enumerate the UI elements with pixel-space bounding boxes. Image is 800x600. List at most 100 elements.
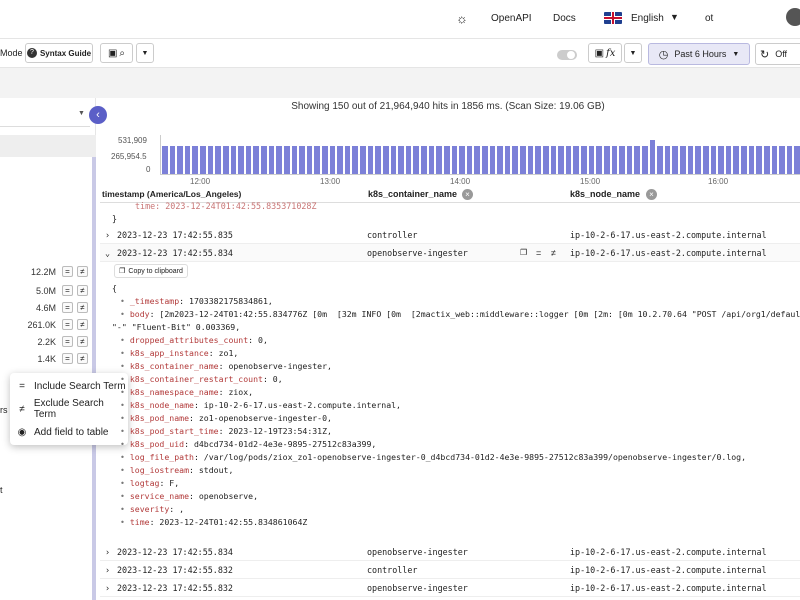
json-key[interactable]: _timestamp xyxy=(130,296,179,306)
saved-views-button[interactable]: ▣ ⌕ xyxy=(100,43,133,63)
histogram-bar[interactable] xyxy=(283,145,290,174)
avatar[interactable] xyxy=(786,8,800,26)
include-value-icon[interactable]: = xyxy=(62,319,73,330)
histogram-bar[interactable] xyxy=(200,145,206,174)
column-header-k8s-node-name[interactable]: k8s_node_name xyxy=(570,189,640,199)
histogram-bar[interactable] xyxy=(779,145,785,174)
json-key[interactable]: k8s_pod_uid xyxy=(130,439,184,449)
histogram-bar[interactable] xyxy=(382,145,389,174)
date-time-picker[interactable]: ◷ Past 6 Hours ▼ xyxy=(648,43,750,65)
histogram-bar[interactable] xyxy=(657,145,663,174)
histogram-bar[interactable] xyxy=(375,145,381,174)
include-term-icon[interactable]: = xyxy=(536,248,541,258)
field-search-bar[interactable] xyxy=(0,135,96,157)
exclude-value-icon[interactable]: ≠ xyxy=(77,266,88,277)
json-key[interactable]: service_name xyxy=(130,491,189,501)
function-button[interactable]: ▣ fx xyxy=(588,43,622,63)
histogram-bar[interactable] xyxy=(169,145,176,174)
histogram-bar[interactable] xyxy=(558,145,564,174)
histogram-bar[interactable] xyxy=(710,145,717,174)
histogram-bar[interactable] xyxy=(367,145,374,174)
histogram-bar[interactable] xyxy=(794,145,800,174)
histogram-bar[interactable] xyxy=(687,145,694,174)
histogram-bar[interactable] xyxy=(222,145,229,174)
histogram-bar[interactable] xyxy=(718,145,724,174)
histogram-bar[interactable] xyxy=(162,145,168,174)
include-value-icon[interactable]: = xyxy=(62,336,73,347)
include-value-icon[interactable]: = xyxy=(62,353,73,364)
include-value-icon[interactable]: = xyxy=(62,302,73,313)
histogram-bar[interactable] xyxy=(695,145,701,174)
histogram-bar[interactable] xyxy=(230,145,237,174)
exclude-value-icon[interactable]: ≠ xyxy=(77,302,88,313)
histogram-bar[interactable] xyxy=(565,145,572,174)
json-key[interactable]: log_file_path xyxy=(130,452,194,462)
histogram-bar[interactable] xyxy=(192,145,199,174)
histogram-bar[interactable] xyxy=(352,145,359,174)
histogram-bar[interactable] xyxy=(642,145,648,174)
histogram-bar[interactable] xyxy=(512,145,519,174)
histogram-bar[interactable] xyxy=(771,145,778,174)
histogram-bar[interactable] xyxy=(207,145,214,174)
exclude-search-term-item[interactable]: ≠ Exclude Search Term xyxy=(10,398,128,420)
json-key[interactable]: k8s_node_name xyxy=(130,400,194,410)
exclude-value-icon[interactable]: ≠ xyxy=(77,319,88,330)
histogram-bar[interactable] xyxy=(733,145,740,174)
histogram-bar[interactable] xyxy=(573,145,580,174)
exclude-term-icon[interactable]: ≠ xyxy=(551,248,556,258)
refresh-interval-button[interactable]: ↻ Off xyxy=(755,43,800,65)
histogram-bar[interactable] xyxy=(329,145,336,174)
copy-to-clipboard-button[interactable]: ❐ Copy to clipboard xyxy=(114,264,188,278)
histogram-bar[interactable] xyxy=(619,145,625,174)
expand-row-icon[interactable]: › xyxy=(105,583,110,593)
histogram-bar[interactable] xyxy=(649,140,656,174)
histogram-chart[interactable] xyxy=(160,135,800,175)
histogram-bar[interactable] xyxy=(748,145,755,174)
histogram-bar[interactable] xyxy=(489,145,496,174)
histogram-bar[interactable] xyxy=(344,145,351,174)
histogram-bar[interactable] xyxy=(276,145,282,174)
histogram-bar[interactable] xyxy=(291,145,298,174)
remove-column-icon[interactable]: × xyxy=(646,189,657,200)
histogram-bar[interactable] xyxy=(664,145,671,174)
histogram-bar[interactable] xyxy=(504,145,511,174)
column-header-timestamp[interactable]: timestamp (America/Los_Angeles) xyxy=(102,189,241,199)
json-key[interactable]: k8s_namespace_name xyxy=(130,387,219,397)
histogram-bar[interactable] xyxy=(725,145,732,174)
include-search-term-item[interactable]: = Include Search Term xyxy=(10,375,128,397)
histogram-bar[interactable] xyxy=(253,145,260,174)
histogram-bar[interactable] xyxy=(550,145,557,174)
histogram-bar[interactable] xyxy=(459,145,465,174)
histogram-bar[interactable] xyxy=(215,145,221,174)
language-selector[interactable]: English xyxy=(631,13,664,24)
add-field-to-table-item[interactable]: ◉ Add field to table xyxy=(10,421,128,443)
histogram-bar[interactable] xyxy=(588,145,595,174)
histogram-bar[interactable] xyxy=(413,145,420,174)
table-row[interactable]: › 2023-12-23 17:42:55.835 controller ip-… xyxy=(100,226,800,244)
histogram-bar[interactable] xyxy=(756,145,762,174)
histogram-bar[interactable] xyxy=(360,145,366,174)
histogram-bar[interactable] xyxy=(428,145,435,174)
table-row[interactable]: › 2023-12-23 17:42:55.832 openobserve-in… xyxy=(100,579,800,597)
docs-link[interactable]: Docs xyxy=(553,13,576,24)
exclude-value-icon[interactable]: ≠ xyxy=(77,285,88,296)
histogram-bar[interactable] xyxy=(184,145,191,174)
histogram-bar[interactable] xyxy=(337,145,343,174)
histogram-bar[interactable] xyxy=(299,145,305,174)
stream-selector[interactable]: ▼ xyxy=(0,103,90,127)
json-key[interactable]: k8s_container_restart_count xyxy=(130,374,263,384)
histogram-bar[interactable] xyxy=(581,145,587,174)
theme-toggle-icon[interactable]: ☼ xyxy=(456,11,468,26)
histogram-bar[interactable] xyxy=(261,145,267,174)
histogram-bar[interactable] xyxy=(603,145,610,174)
copy-cell-icon[interactable]: ❐ xyxy=(520,248,527,257)
json-key[interactable]: log_iostream xyxy=(130,465,189,475)
query-editor-area[interactable] xyxy=(0,68,800,98)
histogram-bar[interactable] xyxy=(497,145,503,174)
histogram-bar[interactable] xyxy=(520,145,526,174)
json-key[interactable]: body xyxy=(130,309,150,319)
expand-row-icon[interactable]: › xyxy=(105,565,110,575)
include-value-icon[interactable]: = xyxy=(62,285,73,296)
histogram-bar[interactable] xyxy=(306,145,313,174)
histogram-bar[interactable] xyxy=(474,145,480,174)
